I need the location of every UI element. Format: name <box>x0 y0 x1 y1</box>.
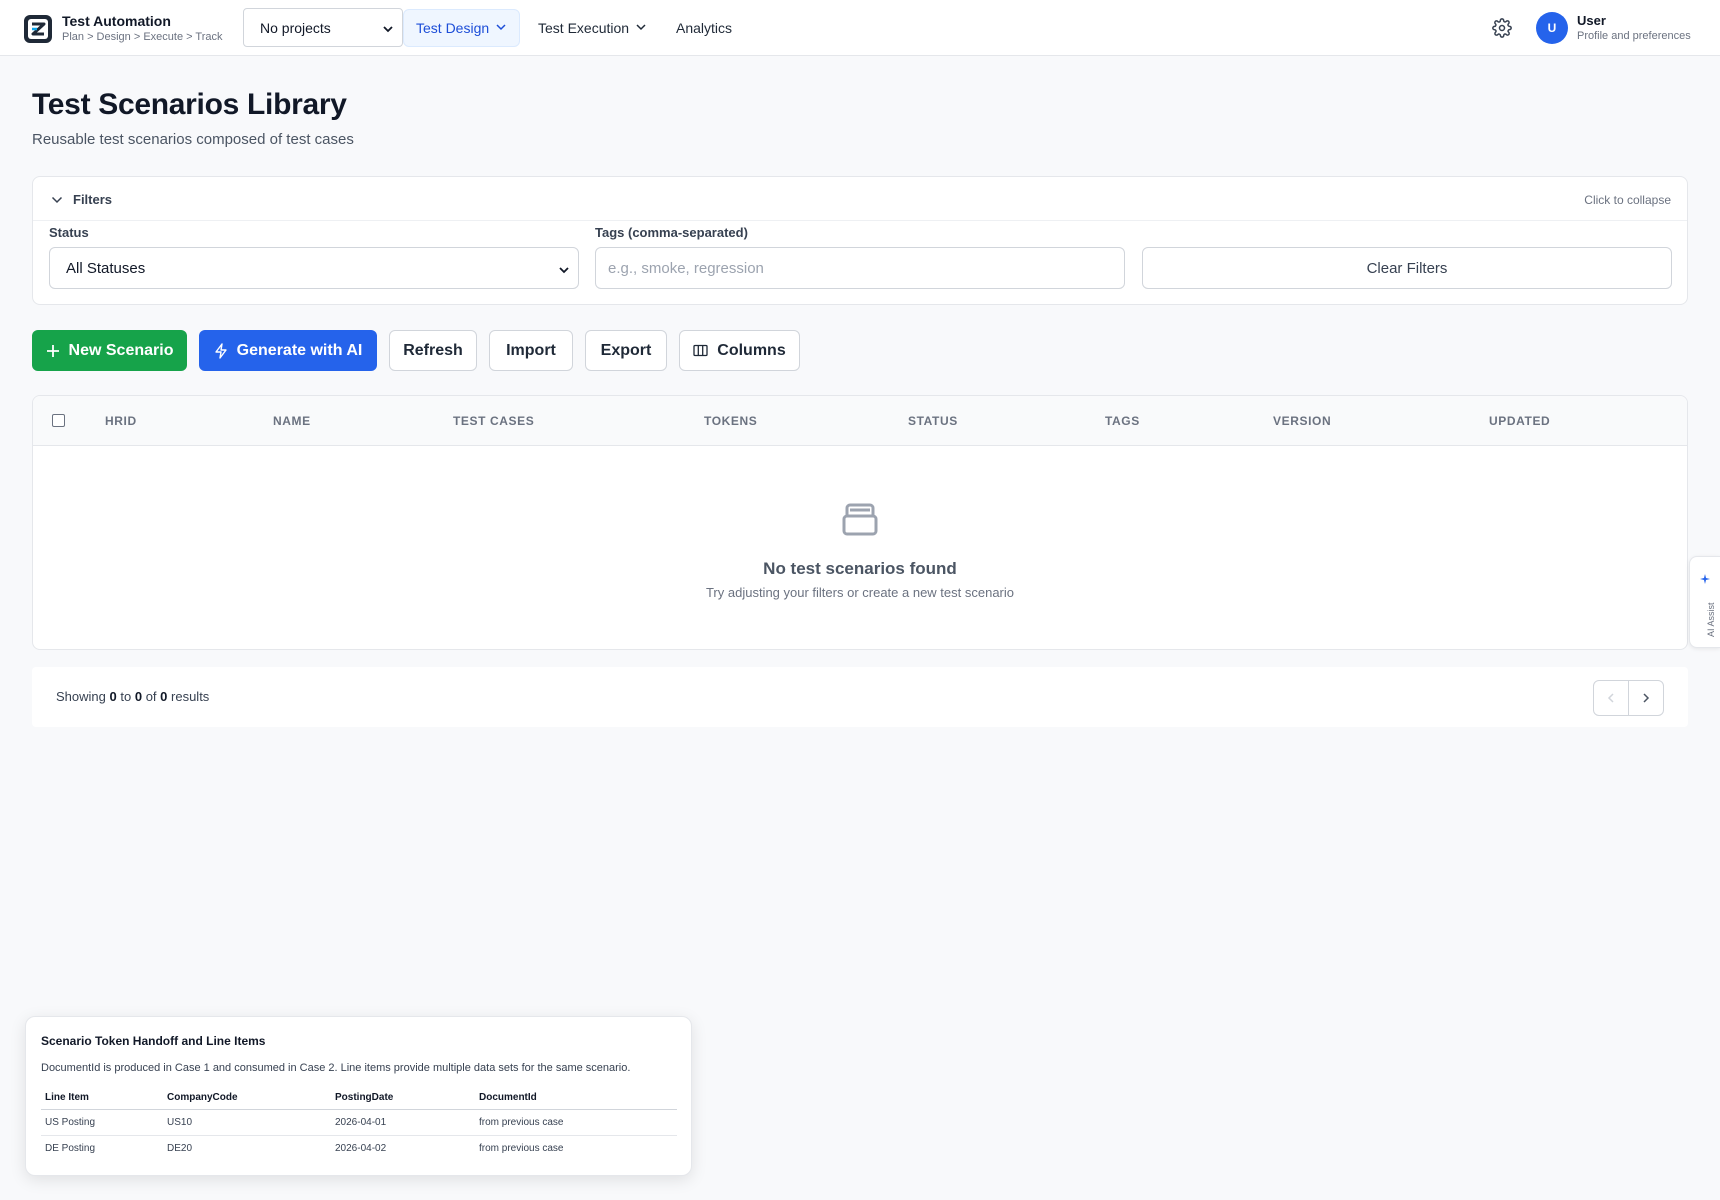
card-title: Scenario Token Handoff and Line Items <box>41 1034 266 1048</box>
project-select-value: No projects <box>260 19 331 36</box>
card-description: DocumentId is produced in Case 1 and con… <box>41 1062 631 1074</box>
chevron-down-icon <box>495 20 507 36</box>
nav-analytics-label: Analytics <box>676 20 733 36</box>
page-title: Test Scenarios Library <box>32 88 347 121</box>
columns-button[interactable]: Columns <box>679 330 800 371</box>
status-select-value: All Statuses <box>66 259 146 277</box>
table-cell: from previous case <box>475 1109 677 1136</box>
chevron-down-icon <box>558 263 570 280</box>
user-subtitle: Profile and preferences <box>1577 30 1691 42</box>
column-header-updated[interactable]: UPDATED <box>1489 414 1550 428</box>
pagination-bar: Showing 0 to 0 of 0 results <box>32 667 1688 727</box>
pagination-from: 0 <box>109 689 117 704</box>
table-cell: DE20 <box>167 1142 193 1154</box>
pagination-of-word: of <box>145 689 157 704</box>
generate-with-ai-button[interactable]: Generate with AI <box>199 330 377 371</box>
new-scenario-label: New Scenario <box>68 341 174 359</box>
plus-icon <box>46 344 60 358</box>
line-items-header: CompanyCode <box>163 1086 331 1110</box>
table-row: US Posting US10 2026-04-01 from previous… <box>41 1109 677 1136</box>
column-header-tags[interactable]: TAGS <box>1105 414 1140 428</box>
empty-state-subtitle: Try adjusting your filters or create a n… <box>705 585 1015 600</box>
pagination-suffix: results <box>171 689 210 704</box>
app-logo-icon <box>24 15 52 43</box>
pagination-to-word: to <box>120 689 132 704</box>
chevron-down-icon <box>382 22 394 38</box>
clear-filters-button[interactable]: Clear Filters <box>1142 247 1672 289</box>
line-items-header: DocumentId <box>475 1086 677 1110</box>
export-button[interactable]: Export <box>585 330 667 371</box>
import-button[interactable]: Import <box>489 330 573 371</box>
column-header-name[interactable]: NAME <box>273 414 311 428</box>
filters-panel: Filters Click to collapse Status All Sta… <box>32 176 1688 305</box>
chevron-down-icon <box>635 20 647 36</box>
project-select[interactable]: No projects <box>243 8 403 47</box>
brand[interactable]: Test Automation Plan > Design > Execute … <box>24 13 223 45</box>
user-avatar[interactable]: U <box>1536 12 1568 44</box>
chevron-left-icon <box>1607 693 1614 703</box>
table-cell: 2026-04-01 <box>331 1109 475 1136</box>
line-items-header: PostingDate <box>331 1086 475 1110</box>
settings-gear-icon[interactable] <box>1492 18 1512 38</box>
column-header-test-cases[interactable]: TEST CASES <box>453 414 534 428</box>
new-scenario-button[interactable]: New Scenario <box>32 330 187 371</box>
table-cell: from previous case <box>479 1142 564 1154</box>
top-nav: Test Automation Plan > Design > Execute … <box>0 0 1720 56</box>
status-label: Status <box>49 225 89 240</box>
nav-test-execution[interactable]: Test Execution <box>526 9 659 47</box>
generate-with-ai-label: Generate with AI <box>236 341 363 359</box>
table-cell: US Posting <box>41 1109 163 1136</box>
previous-page-button[interactable] <box>1593 680 1629 716</box>
lightning-icon <box>214 342 228 359</box>
column-header-tokens[interactable]: TOKENS <box>704 414 757 428</box>
user-menu[interactable]: User Profile and preferences <box>1577 13 1691 44</box>
app-breadcrumb: Plan > Design > Execute > Track <box>62 31 223 43</box>
user-name: User <box>1577 13 1606 28</box>
column-header-hrid[interactable]: HRID <box>105 414 137 428</box>
ai-assist-tab[interactable]: AI Assist <box>1689 556 1720 648</box>
filters-collapse-hint: Click to collapse <box>1584 193 1671 207</box>
pagination-prefix: Showing <box>56 689 106 704</box>
columns-label: Columns <box>717 341 786 359</box>
line-items-header-row: Line Item CompanyCode PostingDate Docume… <box>41 1086 677 1110</box>
line-items-header: Line Item <box>41 1086 163 1110</box>
token-handoff-card: Scenario Token Handoff and Line Items Do… <box>25 1016 692 1176</box>
tags-label: Tags (comma-separated) <box>595 225 748 240</box>
sparkle-icon <box>1700 571 1710 589</box>
column-header-version[interactable]: VERSION <box>1273 414 1331 428</box>
filters-title: Filters <box>73 192 113 207</box>
table-cell: DE Posting <box>45 1142 96 1154</box>
table-row: DE Posting DE20 2026-04-02 from previous… <box>41 1135 677 1161</box>
pagination-to: 0 <box>134 689 143 704</box>
next-page-button[interactable] <box>1628 680 1664 716</box>
line-items-table: Line Item CompanyCode PostingDate Docume… <box>41 1086 677 1161</box>
columns-icon <box>693 344 708 357</box>
table-header: HRID NAME TEST CASES TOKENS STATUS TAGS … <box>33 396 1687 446</box>
ai-assist-label: AI Assist <box>1706 602 1716 637</box>
empty-state-title: No test scenarios found <box>763 559 957 578</box>
pagination-summary: Showing 0 to 0 of 0 results <box>56 689 209 704</box>
page-subtitle: Reusable test scenarios composed of test… <box>32 131 354 148</box>
tags-input[interactable] <box>595 247 1125 289</box>
app-title: Test Automation <box>62 13 171 29</box>
nav-test-execution-label: Test Execution <box>538 20 630 36</box>
empty-inbox-icon <box>838 496 882 545</box>
table-cell: 2026-04-02 <box>335 1142 387 1154</box>
select-all-checkbox[interactable] <box>52 414 65 427</box>
table-cell: US10 <box>163 1109 331 1136</box>
nav-test-design[interactable]: Test Design <box>403 9 521 47</box>
pagination-total: 0 <box>160 689 168 704</box>
chevron-down-icon <box>51 193 63 211</box>
column-header-status[interactable]: STATUS <box>908 414 958 428</box>
nav-analytics[interactable]: Analytics <box>664 9 744 47</box>
nav-test-design-label: Test Design <box>416 20 490 36</box>
status-select[interactable]: All Statuses <box>49 247 579 289</box>
scenarios-table: HRID NAME TEST CASES TOKENS STATUS TAGS … <box>32 395 1688 650</box>
filters-header[interactable]: Filters Click to collapse <box>33 177 1687 221</box>
refresh-button[interactable]: Refresh <box>389 330 477 371</box>
chevron-right-icon <box>1643 693 1650 703</box>
